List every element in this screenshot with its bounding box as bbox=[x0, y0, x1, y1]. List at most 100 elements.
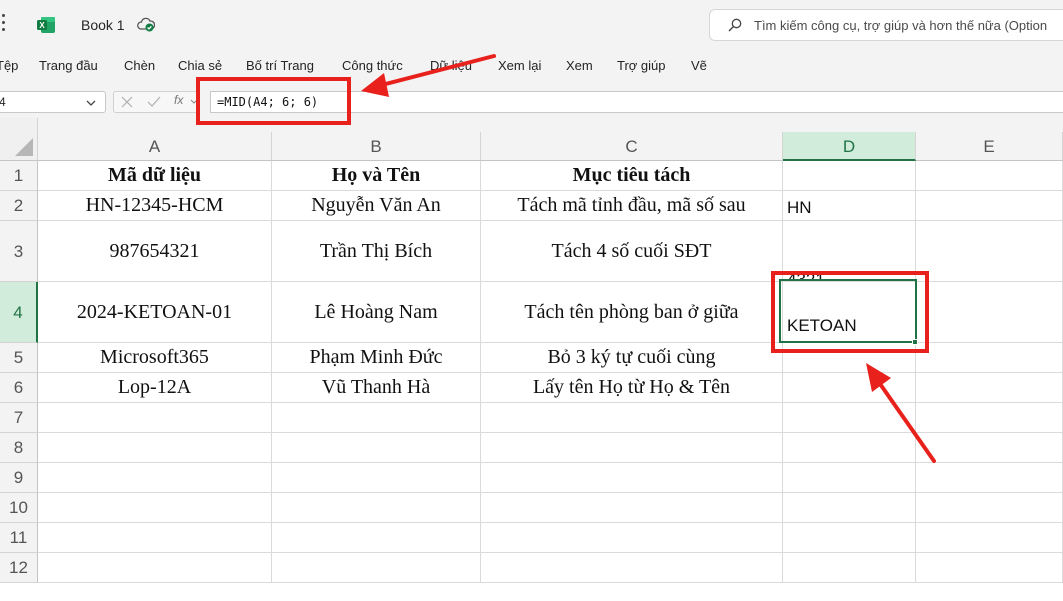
cell-b8[interactable] bbox=[272, 433, 481, 463]
workbook-title[interactable]: Book 1 bbox=[81, 17, 125, 33]
cell-c10[interactable] bbox=[481, 493, 783, 523]
cell-e3[interactable] bbox=[916, 221, 1063, 282]
cell-b11[interactable] bbox=[272, 523, 481, 553]
column-header-b[interactable]: B bbox=[272, 132, 481, 161]
cell-b9[interactable] bbox=[272, 463, 481, 493]
row-header-10[interactable]: 10 bbox=[0, 493, 38, 523]
cell-d10[interactable] bbox=[783, 493, 916, 523]
cell-c2[interactable]: Tách mã tỉnh đầu, mã số sau bbox=[481, 191, 783, 221]
tab-share[interactable]: Chia sẻ bbox=[178, 58, 222, 73]
tab-review[interactable]: Xem lại bbox=[498, 58, 541, 73]
cell-b3[interactable]: Trần Thị Bích bbox=[272, 221, 481, 282]
insert-function-button[interactable]: fx bbox=[174, 93, 183, 107]
cell-e9[interactable] bbox=[916, 463, 1063, 493]
cell-e11[interactable] bbox=[916, 523, 1063, 553]
tab-insert[interactable]: Chèn bbox=[124, 58, 155, 73]
cell-c3[interactable]: Tách 4 số cuối SĐT bbox=[481, 221, 783, 282]
cell-a10[interactable] bbox=[38, 493, 272, 523]
tab-page-layout[interactable]: Bố trí Trang bbox=[246, 58, 314, 73]
chevron-down-icon[interactable] bbox=[85, 97, 97, 109]
row-header-11[interactable]: 11 bbox=[0, 523, 38, 553]
row-header-3[interactable]: 3 bbox=[0, 221, 38, 282]
cell-a6[interactable]: Lop-12A bbox=[38, 373, 272, 403]
cell-a1[interactable]: Mã dữ liệu bbox=[38, 161, 272, 191]
cell-d2[interactable]: HN bbox=[783, 191, 916, 221]
column-header-d[interactable]: D bbox=[783, 132, 916, 161]
column-header-c[interactable]: C bbox=[481, 132, 783, 161]
cell-b12[interactable] bbox=[272, 553, 481, 583]
tab-view[interactable]: Xem bbox=[566, 58, 593, 73]
cell-d11[interactable] bbox=[783, 523, 916, 553]
tab-home[interactable]: Trang đầu bbox=[39, 58, 98, 73]
ribbon-tabs: Tệp Trang đầu Chèn Chia sẻ Bố trí Trang … bbox=[0, 50, 1063, 84]
cell-c7[interactable] bbox=[481, 403, 783, 433]
cell-b10[interactable] bbox=[272, 493, 481, 523]
cell-e10[interactable] bbox=[916, 493, 1063, 523]
row-header-8[interactable]: 8 bbox=[0, 433, 38, 463]
row-header-5[interactable]: 5 bbox=[0, 343, 38, 373]
cell-e12[interactable] bbox=[916, 553, 1063, 583]
row-header-2[interactable]: 2 bbox=[0, 191, 38, 221]
cell-e5[interactable] bbox=[916, 343, 1063, 373]
cell-a8[interactable] bbox=[38, 433, 272, 463]
cell-e7[interactable] bbox=[916, 403, 1063, 433]
cell-d9[interactable] bbox=[783, 463, 916, 493]
cell-a7[interactable] bbox=[38, 403, 272, 433]
cloud-saved-icon[interactable] bbox=[137, 16, 155, 32]
column-header-a[interactable]: A bbox=[38, 132, 272, 161]
cell-c4[interactable]: Tách tên phòng ban ở giữa bbox=[481, 282, 783, 343]
select-all-button[interactable] bbox=[0, 118, 38, 161]
column-header-e[interactable]: E bbox=[916, 132, 1063, 161]
cell-b5[interactable]: Phạm Minh Đức bbox=[272, 343, 481, 373]
cell-d1[interactable] bbox=[783, 161, 916, 191]
cancel-icon[interactable] bbox=[121, 96, 133, 108]
tab-file[interactable]: Tệp bbox=[0, 58, 18, 73]
cell-e8[interactable] bbox=[916, 433, 1063, 463]
tab-draw[interactable]: Vẽ bbox=[691, 58, 707, 73]
row-header-4[interactable]: 4 bbox=[0, 282, 38, 343]
row-header-9[interactable]: 9 bbox=[0, 463, 38, 493]
cell-a3[interactable]: 987654321 bbox=[38, 221, 272, 282]
cell-a9[interactable] bbox=[38, 463, 272, 493]
cell-b4[interactable]: Lê Hoàng Nam bbox=[272, 282, 481, 343]
cell-a4[interactable]: 2024-KETOAN-01 bbox=[38, 282, 272, 343]
cell-d12[interactable] bbox=[783, 553, 916, 583]
cell-c6[interactable]: Lấy tên Họ từ Họ & Tên bbox=[481, 373, 783, 403]
cell-c11[interactable] bbox=[481, 523, 783, 553]
cell-c1[interactable]: Mục tiêu tách bbox=[481, 161, 783, 191]
excel-logo-icon: X bbox=[37, 17, 55, 33]
enter-check-icon[interactable] bbox=[147, 96, 161, 108]
tab-data[interactable]: Dữ liệu bbox=[430, 58, 472, 73]
search-icon bbox=[728, 18, 742, 32]
cell-a11[interactable] bbox=[38, 523, 272, 553]
tab-help[interactable]: Trợ giúp bbox=[617, 58, 666, 73]
cell-b1[interactable]: Họ và Tên bbox=[272, 161, 481, 191]
search-placeholder: Tìm kiếm công cụ, trợ giúp và hơn thế nữ… bbox=[754, 18, 1048, 33]
cell-e2[interactable] bbox=[916, 191, 1063, 221]
cell-e4[interactable] bbox=[916, 282, 1063, 343]
name-box[interactable]: 4 bbox=[0, 91, 106, 113]
row-header-12[interactable]: 12 bbox=[0, 553, 38, 583]
cell-d8[interactable] bbox=[783, 433, 916, 463]
cell-e6[interactable] bbox=[916, 373, 1063, 403]
cell-a5[interactable]: Microsoft365 bbox=[38, 343, 272, 373]
cell-b6[interactable]: Vũ Thanh Hà bbox=[272, 373, 481, 403]
cell-a12[interactable] bbox=[38, 553, 272, 583]
row-header-6[interactable]: 6 bbox=[0, 373, 38, 403]
cell-e1[interactable] bbox=[916, 161, 1063, 191]
cell-d7[interactable] bbox=[783, 403, 916, 433]
cell-c12[interactable] bbox=[481, 553, 783, 583]
row-header-1[interactable]: 1 bbox=[0, 161, 38, 191]
title-bar: X Book 1 Tìm kiếm công cụ, trợ giúp và h… bbox=[0, 0, 1063, 50]
app-launcher-icon[interactable] bbox=[2, 14, 8, 34]
cell-c5[interactable]: Bỏ 3 ký tự cuối cùng bbox=[481, 343, 783, 373]
cell-c8[interactable] bbox=[481, 433, 783, 463]
row-header-7[interactable]: 7 bbox=[0, 403, 38, 433]
search-box[interactable]: Tìm kiếm công cụ, trợ giúp và hơn thế nữ… bbox=[709, 9, 1063, 41]
cell-b7[interactable] bbox=[272, 403, 481, 433]
tab-formulas[interactable]: Công thức bbox=[342, 58, 403, 73]
cell-d6[interactable] bbox=[783, 373, 916, 403]
cell-a2[interactable]: HN-12345-HCM bbox=[38, 191, 272, 221]
cell-b2[interactable]: Nguyễn Văn An bbox=[272, 191, 481, 221]
cell-c9[interactable] bbox=[481, 463, 783, 493]
